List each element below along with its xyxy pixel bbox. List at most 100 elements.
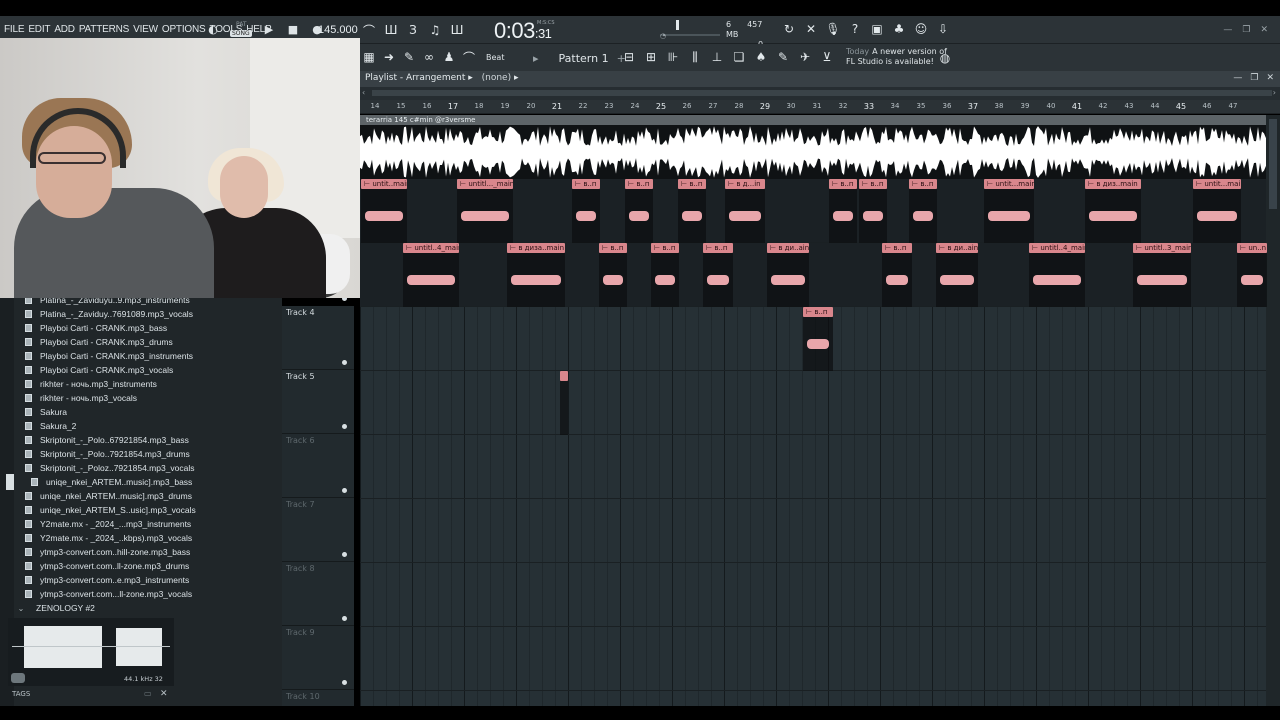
preview-play-icon[interactable] bbox=[11, 673, 25, 683]
clips-row2-clip-header[interactable]: ⊢ untit...main bbox=[984, 179, 1034, 189]
restore-icon[interactable]: ❐ bbox=[1242, 25, 1250, 35]
track-mute-led[interactable] bbox=[342, 360, 347, 365]
track-header[interactable]: Track 4 bbox=[282, 306, 354, 370]
browser-file[interactable]: Y2mate.mx - _2024_...mp3_instruments bbox=[14, 517, 282, 531]
track-header[interactable]: Track 7 bbox=[282, 498, 354, 562]
piano-roll-icon[interactable]: ⫼ bbox=[688, 49, 702, 65]
scroll-right-icon[interactable]: › bbox=[1273, 88, 1276, 97]
timeline-ruler[interactable]: 14 15 16 17 18 19 20 21 22 23 24 25 26 27 28 29 30 31 32 33… bbox=[360, 100, 1280, 114]
browser-file[interactable]: uniqe_nkei_ARTEM..music].mp3_bass bbox=[14, 475, 282, 489]
clips-row3-clip-body[interactable] bbox=[403, 253, 459, 307]
clips-row3-clip-body[interactable] bbox=[767, 253, 809, 307]
track5-small-clip-body[interactable] bbox=[560, 381, 568, 435]
help-icon[interactable]: ? bbox=[848, 21, 862, 37]
clips-row2-clip-header[interactable]: ⊢ в диз..main bbox=[1085, 179, 1141, 189]
clips-row3-clip-header[interactable]: ⊢ в диза..main bbox=[507, 243, 565, 253]
clips-row2-clip-body[interactable] bbox=[457, 189, 513, 243]
pattern-selector[interactable]: ▸ Pattern 1 + bbox=[533, 52, 626, 65]
clips-row2-clip-header[interactable]: ⊢ в..п bbox=[909, 179, 937, 189]
browser-file[interactable]: Sakura bbox=[14, 405, 282, 419]
snap-selector[interactable]: Beat bbox=[486, 53, 504, 62]
playlist-view-icon[interactable]: ⊟ bbox=[622, 49, 636, 65]
playlist-maximize-icon[interactable]: ❐ bbox=[1250, 73, 1258, 83]
clips-row2-clip-body[interactable] bbox=[1193, 189, 1241, 243]
clips-row2-clip-body[interactable] bbox=[909, 189, 937, 243]
blend-icon[interactable]: ♫ bbox=[428, 22, 442, 38]
clips-row3-clip-body[interactable] bbox=[936, 253, 978, 307]
clips-row3-clip-header[interactable]: ⊢ в ди..ain bbox=[767, 243, 809, 253]
pat-song-toggle-icon[interactable]: ◐ bbox=[204, 20, 222, 38]
mixer-icon[interactable]: ⊪ bbox=[666, 49, 680, 65]
vertical-scrollbar[interactable] bbox=[1266, 115, 1280, 706]
undo-icon[interactable]: ↻ bbox=[782, 21, 796, 37]
browser-icon[interactable]: ⊥ bbox=[710, 49, 724, 65]
clips-row2-clip-body[interactable] bbox=[678, 189, 706, 243]
clips-row2-clip-body[interactable] bbox=[725, 189, 765, 243]
clips-row3-clip-body[interactable] bbox=[599, 253, 627, 307]
clips-row3-clip-header[interactable]: ⊢ в..п bbox=[599, 243, 627, 253]
clips-row2-clip-header[interactable]: ⊢ в..п bbox=[572, 179, 600, 189]
plugin-icon[interactable]: ♣ bbox=[892, 21, 906, 37]
track-header[interactable]: Track 9 bbox=[282, 626, 354, 690]
clips-row4-clip-header[interactable]: ⊢ в..п bbox=[803, 307, 833, 317]
close-icon[interactable]: ✕ bbox=[1260, 25, 1268, 35]
track-header[interactable]: Track 5 bbox=[282, 370, 354, 434]
cart-icon[interactable]: ⊻ bbox=[820, 49, 834, 65]
clips-row2-clip-header[interactable]: ⊢ untit..main bbox=[361, 179, 407, 189]
clips-row2-clip-body[interactable] bbox=[829, 189, 857, 243]
wait-icon[interactable]: Ш bbox=[384, 22, 398, 38]
track-mute-led[interactable] bbox=[342, 616, 347, 621]
menu-edit[interactable]: EDIT bbox=[28, 24, 50, 35]
menu-view[interactable]: VIEW bbox=[133, 24, 158, 35]
horizontal-scrollbar[interactable]: ‹ › bbox=[360, 87, 1280, 100]
clips-row3-clip-body[interactable] bbox=[507, 253, 565, 307]
clips-row3-clip-header[interactable]: ⊢ untitl..3_main bbox=[1133, 243, 1191, 253]
track-header[interactable]: Track 8 bbox=[282, 562, 354, 626]
plugin-picker-icon[interactable]: ♠ bbox=[754, 49, 768, 65]
loop-record-icon[interactable]: Ш bbox=[450, 22, 464, 38]
menu-file[interactable]: FILE bbox=[4, 24, 25, 35]
browser-file[interactable]: Skriptonit_-_Poloz..7921854.mp3_vocals bbox=[14, 461, 282, 475]
playlist-minimize-icon[interactable]: — bbox=[1233, 73, 1242, 83]
clips-row2-clip-body[interactable] bbox=[361, 189, 407, 243]
metronome-icon[interactable]: ⌒ bbox=[362, 22, 376, 38]
clips-row3-clip-header[interactable]: ⊢ в..п bbox=[882, 243, 912, 253]
browser-file[interactable]: Playboi Carti - CRANK.mp3_instruments bbox=[14, 349, 282, 363]
tools-icon[interactable]: ✎ bbox=[776, 49, 790, 65]
scroll-left-icon[interactable]: ‹ bbox=[362, 88, 365, 97]
browser-file[interactable]: ytmp3-convert.com..hill-zone.mp3_bass bbox=[14, 545, 282, 559]
tempo-display[interactable]: 145.000 bbox=[318, 24, 358, 36]
track5-small-clip[interactable] bbox=[560, 371, 568, 381]
clips-row2-clip-body[interactable] bbox=[625, 189, 653, 243]
track-mute-led[interactable] bbox=[342, 488, 347, 493]
vscroll-thumb[interactable] bbox=[1269, 119, 1277, 209]
clips-row2-clip-header[interactable]: ⊢ в..п bbox=[859, 179, 887, 189]
arrangement-selector[interactable]: (none) bbox=[482, 73, 511, 83]
top-audio-clip-header[interactable]: terarria 145 c#min @r3versme bbox=[360, 115, 1266, 125]
globe-icon[interactable]: ◍ bbox=[938, 50, 952, 66]
clips-row3-clip-header[interactable]: ⊢ untitl..4_main bbox=[1029, 243, 1085, 253]
menu-patterns[interactable]: PATTERNS bbox=[79, 24, 129, 35]
browser-file[interactable]: Sakura_2 bbox=[14, 419, 282, 433]
stamp-icon[interactable]: ♟ bbox=[442, 49, 456, 65]
browser-folder[interactable]: ⌄ ZENOLOGY #2 bbox=[14, 601, 282, 615]
clips-row3-clip-header[interactable]: ⊢ в..п bbox=[651, 243, 679, 253]
browser-file[interactable]: Playboi Carti - CRANK.mp3_bass bbox=[14, 321, 282, 335]
countdown-icon[interactable]: З bbox=[406, 22, 420, 38]
browser-file[interactable]: ytmp3-convert.com...ll-zone.mp3_vocals bbox=[14, 587, 282, 601]
master-volume-slider[interactable]: ◔ bbox=[660, 20, 720, 40]
clips-row4-clip-body[interactable] bbox=[803, 317, 833, 371]
playlist-close-icon[interactable]: ✕ bbox=[1266, 73, 1274, 83]
clips-row3-clip-body[interactable] bbox=[651, 253, 679, 307]
bird-icon[interactable]: ✈ bbox=[798, 49, 812, 65]
clips-row2-clip-header[interactable]: ⊢ untit...main bbox=[1193, 179, 1241, 189]
browser-file[interactable]: Skriptonit_-_Polo..67921854.mp3_bass bbox=[14, 433, 282, 447]
pitch-icon[interactable]: ◔ bbox=[660, 32, 666, 40]
clips-row3-clip-header[interactable]: ⊢ в ди..ain bbox=[936, 243, 978, 253]
play-icon[interactable]: ▶ bbox=[260, 20, 278, 38]
browser-file[interactable]: rikhter - ночь.mp3_instruments bbox=[14, 377, 282, 391]
link-icon[interactable]: ∞ bbox=[422, 49, 436, 65]
sample-preview[interactable]: 44.1 kHz 32 bbox=[8, 618, 174, 686]
clips-row2-clip-header[interactable]: ⊢ в..п bbox=[625, 179, 653, 189]
clips-row3-clip-body[interactable] bbox=[1237, 253, 1267, 307]
